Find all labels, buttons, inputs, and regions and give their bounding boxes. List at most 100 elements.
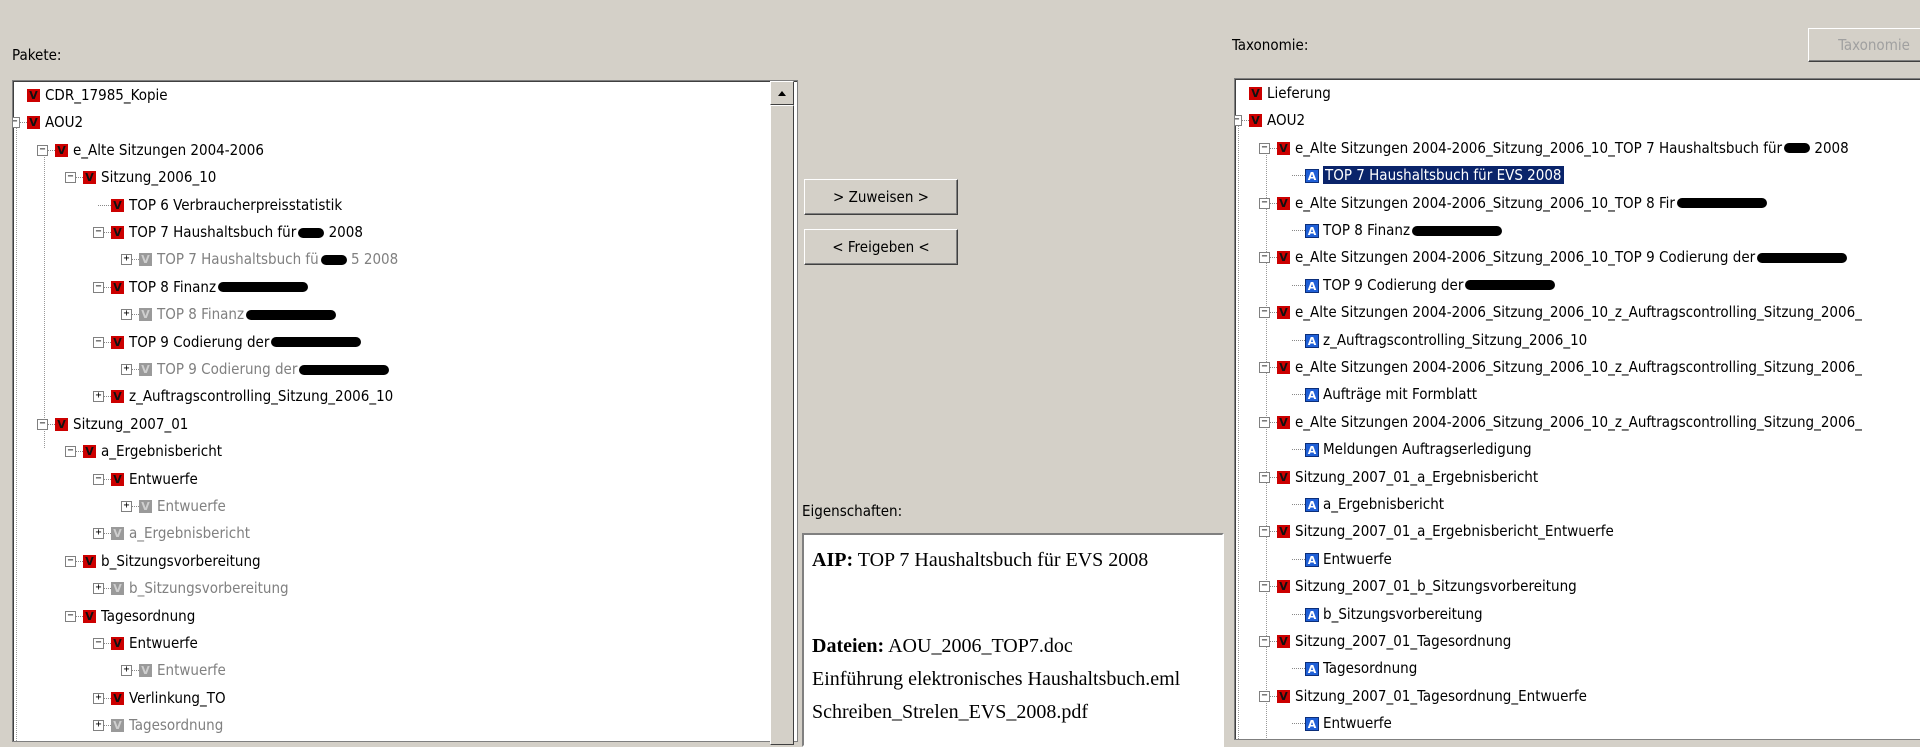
package-icon: V (1249, 114, 1262, 128)
redaction-mark (246, 309, 337, 320)
assign-button[interactable]: > Zuweisen > (804, 179, 958, 215)
aip-icon: A (1305, 333, 1319, 348)
aip-icon: A (1305, 388, 1319, 403)
expand-toggle[interactable]: + (93, 692, 104, 704)
redaction-mark (271, 337, 362, 348)
redaction-mark (1412, 225, 1503, 236)
tree-node-label: e_Alte Sitzungen 2004-2006_Sitzung_2006_… (1295, 358, 1862, 376)
collapse-toggle[interactable]: − (1259, 526, 1270, 538)
taxonomy-label: Taxonomie: (1232, 36, 1309, 54)
collapse-toggle[interactable]: − (13, 117, 20, 129)
tree-node-label: TOP 7 Haushaltsbuch fü (157, 250, 319, 269)
package-icon: V (1277, 470, 1290, 484)
aip-icon: A (1305, 224, 1319, 238)
collapse-toggle[interactable]: − (1259, 581, 1270, 593)
package-disabled-icon: V (139, 500, 152, 513)
package-icon: V (27, 89, 40, 102)
collapse-toggle[interactable]: − (1259, 636, 1270, 647)
collapse-toggle[interactable]: − (93, 336, 104, 348)
collapse-toggle[interactable]: − (93, 473, 104, 485)
collapse-toggle[interactable]: − (93, 281, 104, 293)
package-icon: V (1277, 196, 1290, 210)
expand-toggle[interactable]: + (121, 665, 132, 677)
collapse-toggle[interactable]: − (1259, 471, 1270, 483)
taxonomy-button[interactable]: Taxonomie (1808, 28, 1920, 62)
expand-toggle[interactable]: + (121, 364, 132, 375)
collapse-toggle[interactable]: − (1259, 197, 1270, 209)
package-icon: V (1277, 525, 1290, 539)
redaction-mark (1784, 143, 1811, 154)
expand-toggle[interactable]: + (93, 583, 104, 595)
expand-toggle[interactable]: + (121, 254, 132, 266)
tree-node-label: z_Auftragscontrolling_Sitzung_2006_10 (129, 387, 394, 406)
aip-line: AIP: TOP 7 Haushaltsbuch für EVS 2008 (812, 549, 1148, 572)
tree-node-label: z_Auftragscontrolling_Sitzung_2006_10 (1323, 330, 1588, 349)
package-icon: V (111, 637, 124, 650)
scroll-thumb[interactable] (770, 105, 794, 745)
tree-node-label: Entwuerfe (1323, 549, 1392, 568)
tree-node-label: e_Alte Sitzungen 2004-2006_Sitzung_2006_… (1295, 193, 1675, 212)
redaction-mark (298, 227, 325, 238)
properties-box: AIP: TOP 7 Haushaltsbuch für EVS 2008 Da… (802, 533, 1224, 747)
collapse-toggle[interactable]: − (65, 555, 76, 567)
collapse-toggle[interactable]: − (1259, 307, 1270, 319)
package-icon: V (83, 554, 96, 568)
package-icon: V (111, 280, 124, 294)
tree-node-label: Entwuerfe (157, 497, 226, 515)
collapse-toggle[interactable]: − (37, 144, 48, 156)
tree-node-label: Entwuerfe (129, 469, 198, 488)
package-icon: V (55, 417, 68, 431)
release-button[interactable]: < Freigeben < (804, 229, 958, 265)
package-icon: V (111, 335, 124, 349)
tree-guide-line (1266, 146, 1267, 739)
tree-node-label: e_Alte Sitzungen 2004-2006 (73, 140, 264, 159)
collapse-toggle[interactable]: − (37, 418, 48, 430)
tree-node-label: TOP 8 Finanz (129, 277, 217, 296)
packages-scrollbar[interactable] (770, 81, 794, 745)
aip-icon: A (1305, 498, 1319, 512)
tree-node-label: b_Sitzungsvorbereitung (1323, 604, 1483, 623)
scroll-up-button[interactable] (770, 81, 794, 105)
collapse-toggle[interactable]: − (93, 638, 104, 649)
tree-guide-line (44, 148, 45, 448)
tree-node-label-suffix: 5 2008 (346, 250, 399, 269)
files-label: Dateien: (812, 635, 885, 657)
aip-icon: A (1305, 717, 1319, 732)
expand-toggle[interactable]: + (93, 391, 104, 403)
collapse-toggle[interactable]: − (1235, 115, 1242, 127)
tree-node-label: Entwuerfe (1323, 714, 1392, 733)
tree-node-label: Sitzung_2007_01_Tagesordnung_Entwuerfe (1295, 686, 1587, 705)
tree-node-label: TOP 6 Verbraucherpreisstatistik (129, 195, 343, 214)
collapse-toggle[interactable]: − (93, 227, 104, 238)
arrow-up-icon (778, 91, 786, 96)
tree-node-label: b_Sitzungsvorbereitung (101, 551, 261, 570)
collapse-toggle[interactable]: − (65, 446, 76, 458)
expand-toggle[interactable]: + (93, 720, 104, 732)
expand-toggle[interactable]: + (93, 528, 104, 540)
tree-node-label: TOP 9 Codierung der (1323, 275, 1464, 294)
package-icon: V (83, 171, 96, 185)
tree-node-label: Sitzung_2006_10 (101, 168, 217, 187)
collapse-toggle[interactable]: − (1259, 142, 1270, 154)
aip-icon: A (1305, 169, 1319, 184)
collapse-toggle[interactable]: − (65, 172, 76, 184)
expand-toggle[interactable]: + (121, 309, 132, 321)
expand-toggle[interactable]: + (121, 501, 132, 512)
package-icon: V (55, 143, 68, 157)
taxonomy-tree[interactable]: V Lieferung − V AOU2− Ve_Alte Sitzungen 2004-… (1234, 78, 1920, 740)
collapse-toggle[interactable]: − (1259, 416, 1270, 428)
aip-label: AIP: (812, 549, 854, 571)
tree-node-label: b_Sitzungsvorbereitung (129, 579, 289, 598)
collapse-toggle[interactable]: − (1259, 252, 1270, 264)
package-icon: V (1277, 635, 1290, 648)
package-disabled-icon: V (139, 664, 152, 678)
tree-guide-line (1238, 119, 1239, 739)
tree-node-label: Sitzung_2007_01_a_Ergebnisbericht_Entwue… (1295, 522, 1614, 541)
package-icon: V (1277, 415, 1290, 429)
packages-tree[interactable]: V CDR_17985_Kopie − V AOU2− Ve_Alte Sitzungen… (12, 80, 798, 742)
collapse-toggle[interactable]: − (1259, 362, 1270, 373)
collapse-toggle[interactable]: − (1259, 690, 1270, 702)
collapse-toggle[interactable]: − (65, 610, 76, 622)
package-icon: V (111, 198, 124, 212)
package-disabled-icon: V (139, 363, 152, 376)
